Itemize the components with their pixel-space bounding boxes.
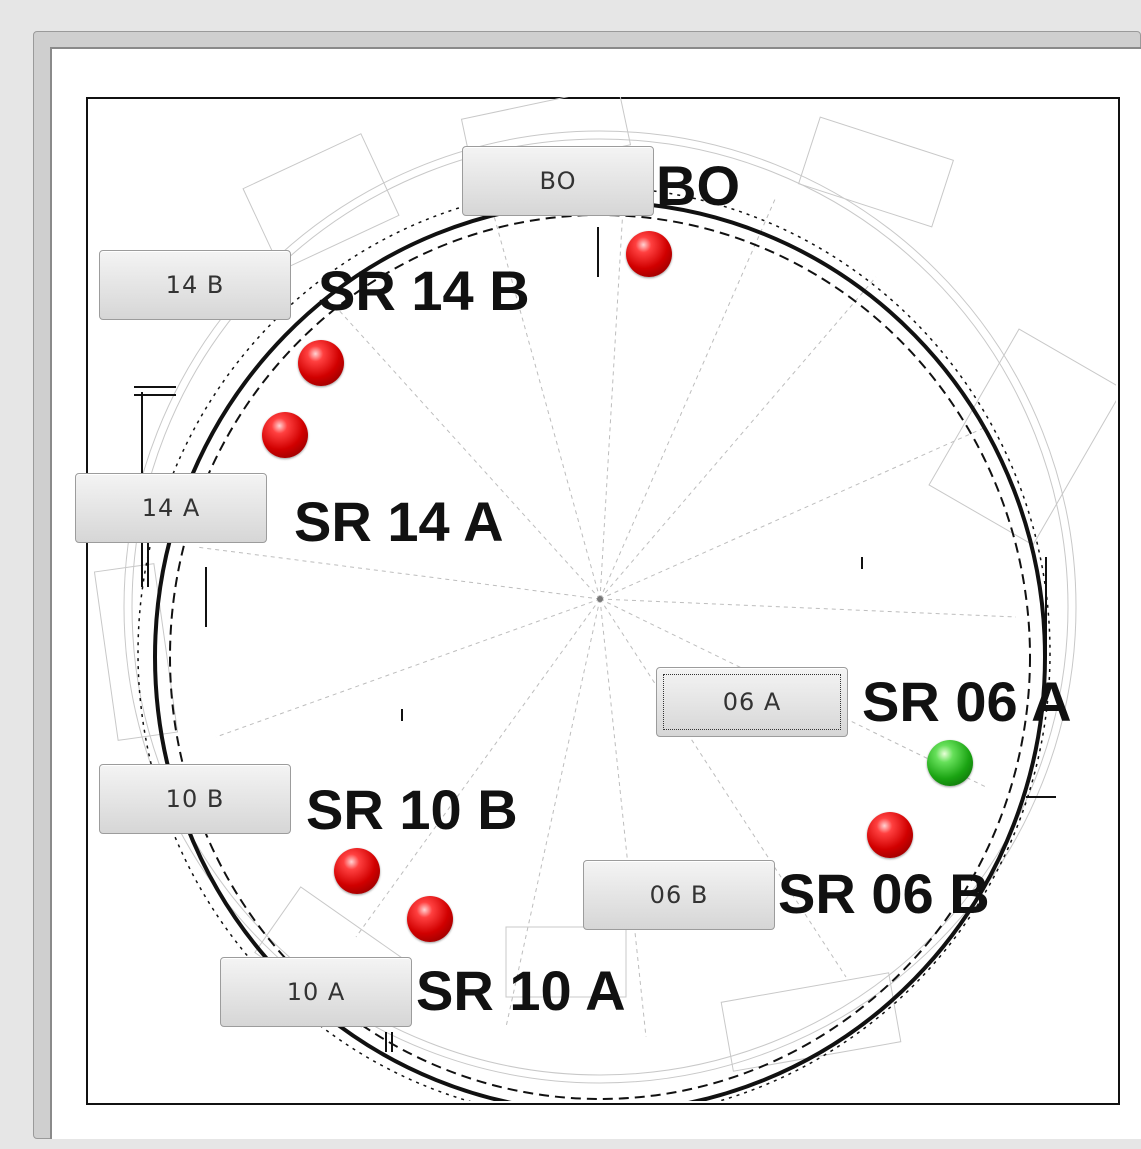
- sr-14b-status-led-2: [262, 412, 308, 458]
- bo-button[interactable]: BO: [462, 146, 654, 216]
- sr-14a-button[interactable]: 14 A: [75, 473, 267, 543]
- sr-10b-button[interactable]: 10 B: [99, 764, 291, 834]
- sr-10a-button[interactable]: 10 A: [220, 957, 412, 1027]
- storage-ring-schematic: [93, 97, 1116, 1101]
- sr-10a-label: SR 10 A: [416, 959, 626, 1022]
- bo-label: BO: [656, 154, 740, 217]
- sr-14b-label: SR 14 B: [318, 259, 530, 322]
- focus-ring: [663, 674, 841, 730]
- sr-06b-button[interactable]: 06 B: [583, 860, 775, 930]
- sr-06a-button[interactable]: 06 A: [656, 667, 848, 737]
- sr-06b-status-led: [867, 812, 913, 858]
- sr-10b-status-led-1: [334, 848, 380, 894]
- ring-center: [597, 596, 603, 602]
- sr-06a-label: SR 06 A: [862, 670, 1072, 733]
- bo-status-led: [626, 231, 672, 277]
- sr-14b-button[interactable]: 14 B: [99, 250, 291, 320]
- sr-06a-status-led: [927, 740, 973, 786]
- sr-14b-status-led-1: [298, 340, 344, 386]
- sr-10b-status-led-2: [407, 896, 453, 942]
- sr-06b-label: SR 06 B: [778, 862, 990, 925]
- sr-14a-label: SR 14 A: [294, 490, 504, 553]
- sr-10b-label: SR 10 B: [306, 778, 518, 841]
